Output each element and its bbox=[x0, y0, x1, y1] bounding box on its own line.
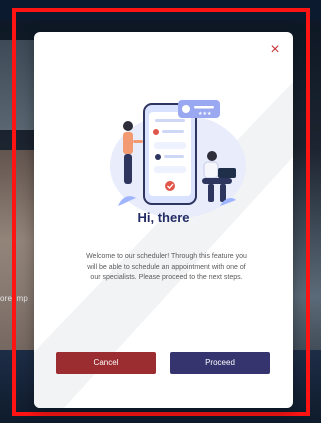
svg-text:★★★: ★★★ bbox=[198, 111, 212, 117]
close-icon[interactable]: × bbox=[267, 42, 283, 58]
scheduler-modal: × ★★★ Hi, there Welcome to our scheduler… bbox=[34, 32, 293, 408]
proceed-button[interactable]: Proceed bbox=[170, 352, 270, 374]
scheduling-illustration: ★★★ bbox=[110, 100, 246, 218]
modal-title: Hi, there bbox=[137, 210, 190, 225]
modal-message: Welcome to our scheduler! Through this f… bbox=[86, 253, 247, 281]
cancel-button[interactable]: Cancel bbox=[56, 352, 156, 374]
